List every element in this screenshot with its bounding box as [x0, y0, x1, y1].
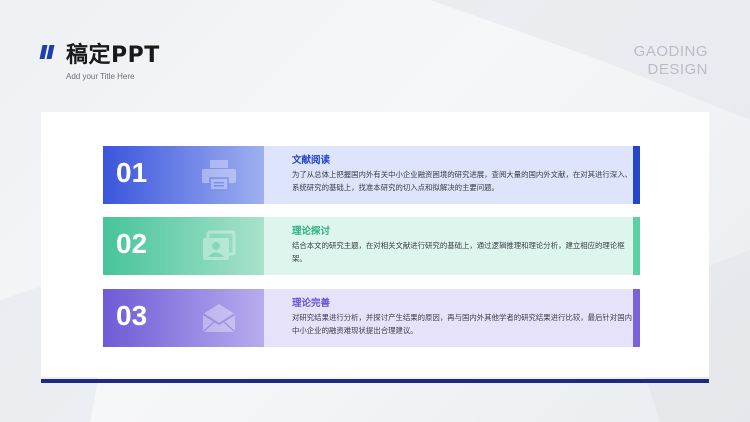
image-gallery-icon	[203, 230, 236, 260]
step-heading: 理论探讨	[292, 226, 331, 237]
accent-stripe	[633, 146, 640, 204]
brand-line-2: DESIGN	[647, 61, 708, 78]
step-description: 对研究结果进行分析，并探讨产生结果的原因，再与国内外其他学者的研究结果进行比较，…	[292, 313, 632, 335]
page-title: 稿定PPT	[66, 43, 160, 68]
title-accent-mark	[39, 45, 55, 59]
step-number: 01	[116, 157, 148, 188]
step-number: 03	[116, 300, 148, 331]
envelope-icon	[202, 304, 236, 333]
step-number-block: 02	[103, 217, 264, 275]
step-row-2: 02 理论探讨 结合本文的研究主题，在对相关文献进行研究的基础上，通过逻辑推理和…	[103, 217, 647, 275]
step-text-area: 理论探讨 结合本文的研究主题，在对相关文献进行研究的基础上，通过逻辑推理和理论分…	[264, 217, 640, 275]
step-number-block: 01	[103, 146, 264, 204]
step-description: 为了从总体上把握国内外有关中小企业融资困境的研究进展，查阅大量的国内外文献，在对…	[292, 170, 632, 192]
step-description: 结合本文的研究主题，在对相关文献进行研究的基础上，通过逻辑推理和理论分析，建立相…	[292, 241, 625, 263]
accent-stripe	[633, 289, 640, 347]
brand-line-1: GAODING	[633, 43, 708, 60]
printer-icon	[202, 160, 236, 191]
bottom-divider	[41, 379, 709, 383]
step-row-1: 01 文献阅读 为了从总体上把握国内外有关中小企业融资困境的研究进展，查阅大量的…	[103, 146, 647, 204]
accent-stripe	[633, 217, 640, 275]
step-number: 02	[116, 228, 148, 259]
brand-logo-text: GAODING DESIGN	[634, 43, 708, 79]
page-subtitle: Add your Title Here	[66, 72, 135, 81]
step-row-3: 03 理论完善 对研究结果进行分析，并探讨产生结果的原因，再与国内外其他学者的研…	[103, 289, 647, 347]
step-text-area: 理论完善 对研究结果进行分析，并探讨产生结果的原因，再与国内外其他学者的研究结果…	[264, 289, 640, 347]
step-heading: 文献阅读	[292, 155, 331, 166]
step-text-area: 文献阅读 为了从总体上把握国内外有关中小企业融资困境的研究进展，查阅大量的国内外…	[264, 146, 640, 204]
step-heading: 理论完善	[292, 298, 331, 309]
step-number-block: 03	[103, 289, 264, 347]
